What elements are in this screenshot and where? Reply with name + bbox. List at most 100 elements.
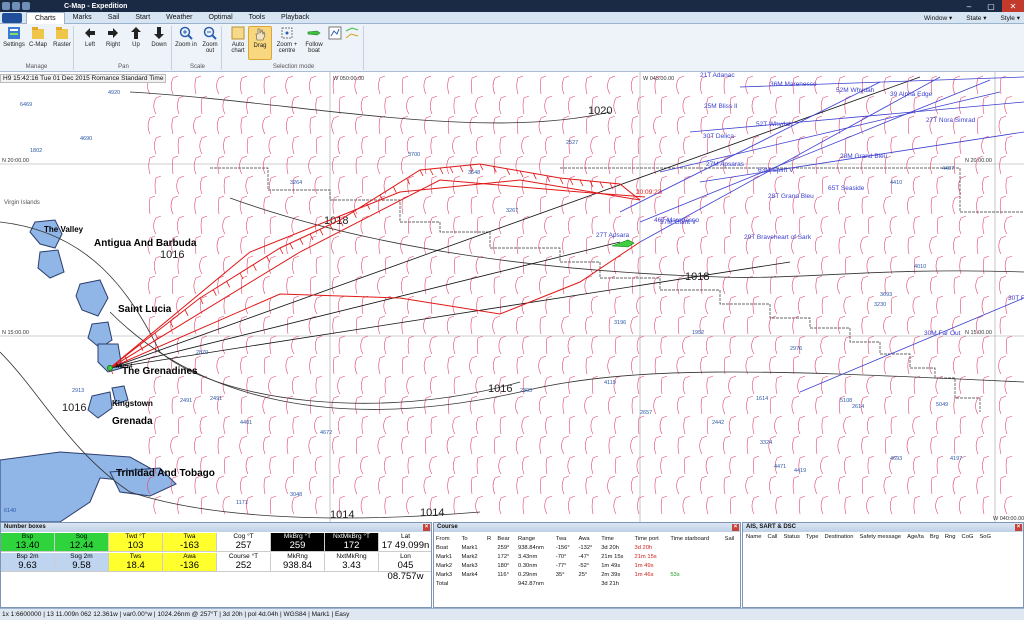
- wind-barb: [959, 255, 967, 275]
- boat-label: 30T Far Out: [1008, 295, 1024, 302]
- tab-tools[interactable]: Tools: [241, 12, 273, 24]
- number-box[interactable]: Awa -136: [163, 553, 217, 572]
- follow-boat-button[interactable]: Follow boat: [302, 26, 326, 54]
- raster-button[interactable]: Raster: [50, 26, 74, 48]
- undo-icon[interactable]: [22, 2, 30, 10]
- number-box[interactable]: NxtMkRng 3.43: [325, 553, 379, 572]
- course-column-header[interactable]: Sail: [723, 534, 740, 543]
- ais-column-header[interactable]: Type: [803, 534, 822, 540]
- auto-chart-button[interactable]: Auto chart: [226, 26, 250, 54]
- ais-column-header[interactable]: Call: [764, 534, 780, 540]
- cmap-button[interactable]: C-Map: [26, 26, 50, 48]
- zoom-centre-button[interactable]: Zoom + centre: [274, 26, 300, 54]
- maximize-button[interactable]: ▢: [980, 0, 1002, 12]
- close-panel-icon[interactable]: ×: [423, 524, 430, 531]
- zoom-out-button[interactable]: Zoom out: [198, 26, 222, 54]
- table-cell: Total: [436, 580, 449, 587]
- wind-barb: [494, 435, 501, 455]
- zoom-in-button[interactable]: Zoom in: [174, 26, 198, 48]
- tab-start[interactable]: Start: [127, 12, 158, 24]
- course-column-header[interactable]: Time starboard: [668, 534, 722, 543]
- pan-up-button[interactable]: Up: [124, 26, 148, 48]
- wind-barb: [682, 375, 691, 395]
- minimize-button[interactable]: –: [958, 0, 980, 12]
- ais-column-header[interactable]: Rng: [942, 534, 959, 540]
- number-box[interactable]: Lat 17 49.099n: [379, 533, 431, 552]
- number-box[interactable]: Tws 18.4: [109, 553, 163, 572]
- course-column-header[interactable]: Time port: [632, 534, 668, 543]
- pan-right-button[interactable]: Right: [101, 26, 125, 48]
- table-row[interactable]: Mark3 Mark4 116° 0.29nm 35° 25° 2m 39s 1m 46s 53…: [434, 570, 740, 579]
- close-panel-icon[interactable]: ×: [732, 524, 739, 531]
- ais-column-header[interactable]: Name: [743, 534, 764, 540]
- ais-column-header[interactable]: Safety message: [857, 534, 905, 540]
- course-column-header[interactable]: Time: [599, 534, 632, 543]
- number-box[interactable]: Sog 12.44: [55, 533, 109, 552]
- number-box[interactable]: Twa -163: [163, 533, 217, 552]
- tab-playback[interactable]: Playback: [273, 12, 317, 24]
- window-menu[interactable]: Window ▾: [924, 14, 952, 22]
- tab-sail[interactable]: Sail: [100, 12, 128, 24]
- wind-barb: [883, 315, 892, 335]
- number-box[interactable]: MkRng 938.84: [271, 553, 325, 572]
- table-row[interactable]: Mark2 Mark3 180° 0.30nm -77° -52° 1m 49s 1m 49s: [434, 561, 740, 570]
- tab-charts[interactable]: Charts: [26, 11, 65, 24]
- course-column-header[interactable]: To: [460, 534, 486, 543]
- close-panel-icon[interactable]: ×: [1015, 524, 1022, 531]
- course-column-header[interactable]: Twa: [554, 534, 577, 543]
- course-column-header[interactable]: Range: [516, 534, 554, 543]
- number-box[interactable]: MkBrg °T 259: [271, 533, 325, 552]
- ais-column-header[interactable]: Age/ta: [904, 534, 927, 540]
- wind-barb: [378, 115, 386, 135]
- save-icon[interactable]: [12, 2, 20, 10]
- course-column-header[interactable]: Bear: [495, 534, 516, 543]
- course-column-header[interactable]: Awa: [576, 534, 599, 543]
- table-row[interactable]: Total 942.87nm 3d 21h: [434, 579, 740, 588]
- wind-barb: [931, 475, 938, 495]
- state-menu[interactable]: State ▾: [966, 14, 986, 22]
- course-column-header[interactable]: R: [485, 534, 495, 543]
- number-box[interactable]: Bsp 13.40: [1, 533, 55, 552]
- title-bar: C-Map - Expedition – ▢ ✕: [0, 0, 1024, 12]
- table-cell: 35°: [555, 571, 565, 578]
- depth-number: 3267: [506, 208, 518, 214]
- number-box[interactable]: Course °T 252: [217, 553, 271, 572]
- route-tools-button[interactable]: [344, 26, 360, 42]
- tab-optimal[interactable]: Optimal: [201, 12, 241, 24]
- depth-number: 4693: [890, 456, 902, 462]
- nautical-chart[interactable]: N 20:00.00 N 15:00.00 W 050:00.00 W 045:00.…: [0, 72, 1024, 522]
- table-row[interactable]: Mark1 Mark2 172° 3.43nm -70° -47° 21m 15s 21m 1…: [434, 552, 740, 561]
- number-box[interactable]: Cog °T 257: [217, 533, 271, 552]
- number-box-label: Twa: [183, 533, 196, 540]
- style-menu[interactable]: Style ▾: [1000, 14, 1020, 22]
- table-row[interactable]: Boat Mark1 259° 938.84nm -156° -132° 3d 20h 3d …: [434, 543, 740, 552]
- tab-weather[interactable]: Weather: [158, 12, 200, 24]
- number-box[interactable]: Twd °T 103: [109, 533, 163, 552]
- wind-barb: [608, 155, 616, 175]
- tab-marks[interactable]: Marks: [65, 12, 100, 24]
- wind-barb: [912, 415, 921, 435]
- application-menu-button[interactable]: [2, 12, 22, 23]
- number-box[interactable]: Lon 045 08.757w: [379, 553, 431, 582]
- menu-bar: Charts Marks Sail Start Weather Optimal …: [0, 11, 1024, 24]
- wind-barb: [216, 75, 225, 95]
- drag-button[interactable]: Drag: [248, 26, 272, 60]
- number-box[interactable]: Sog 2m 9.58: [55, 553, 109, 572]
- close-button[interactable]: ✕: [1002, 0, 1024, 12]
- pan-left-button[interactable]: Left: [78, 26, 102, 48]
- number-box[interactable]: Bsp 2m 9.63: [1, 553, 55, 572]
- mark-4[interactable]: [107, 365, 113, 371]
- app-icon[interactable]: [2, 2, 10, 10]
- wind-barb: [430, 135, 438, 155]
- ais-column-header[interactable]: Destination: [821, 534, 856, 540]
- ais-column-header[interactable]: Brg: [927, 534, 942, 540]
- chart-options-button[interactable]: [328, 26, 342, 42]
- pan-down-button[interactable]: Down: [147, 26, 171, 48]
- settings-button[interactable]: Settings: [2, 26, 26, 48]
- ais-column-header[interactable]: CoG: [959, 534, 977, 540]
- ais-column-header[interactable]: Status: [780, 534, 802, 540]
- ais-column-header[interactable]: SoG: [976, 534, 994, 540]
- number-box[interactable]: NxtMkBrg °T 172: [325, 533, 379, 552]
- course-column-header[interactable]: From: [434, 534, 460, 543]
- chart-canvas[interactable]: N 20:00.00N 15:00.00W 050:00.00 W 045:00.…: [0, 72, 1024, 522]
